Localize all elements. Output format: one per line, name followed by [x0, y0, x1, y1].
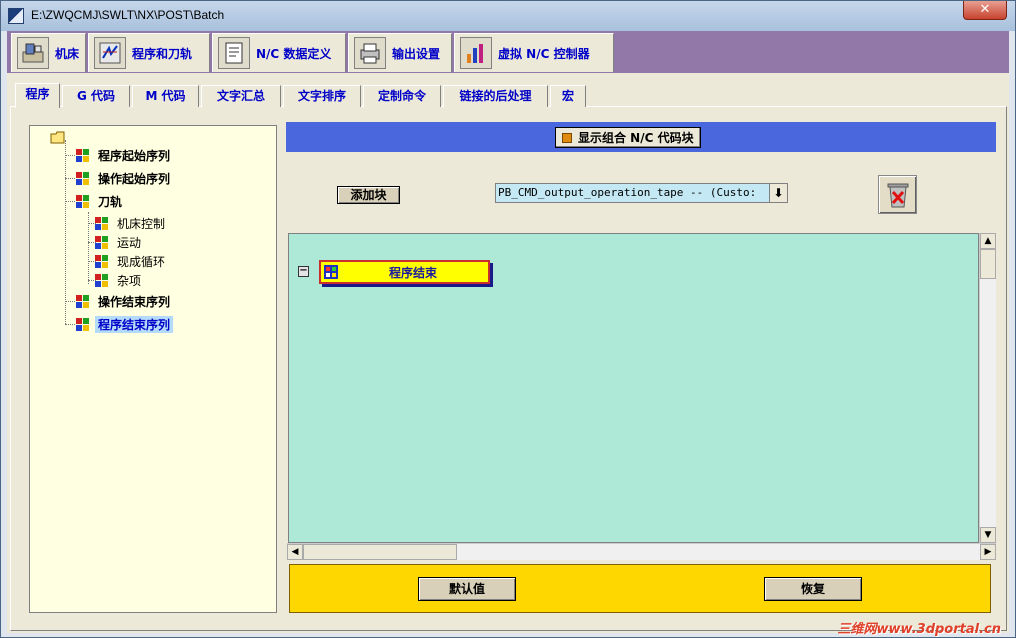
machine-icon [17, 37, 49, 69]
subtab-word-summary[interactable]: 文字汇总 [201, 85, 281, 107]
scroll-down-icon[interactable]: ▼ [980, 527, 996, 543]
horizontal-scrollbar[interactable]: ◀ ▶ [287, 543, 996, 560]
restore-button[interactable]: 恢复 [764, 577, 862, 601]
tree-item-label: 操作起始序列 [98, 171, 171, 186]
tree-item-operation-end[interactable]: 操作结束序列 [75, 292, 173, 310]
add-block-button[interactable]: 添加块 [337, 186, 400, 204]
tab-program-path[interactable]: 程序和刀轨 [88, 33, 210, 72]
program-end-block[interactable]: 程序结束 [319, 260, 490, 284]
tree-item-label: 刀轨 [98, 194, 123, 209]
subtab-custom-command[interactable]: 定制命令 [363, 85, 441, 107]
tab-nc-data-label: N/C 数据定义 [256, 46, 332, 61]
tree-item-label: 杂项 [117, 273, 142, 288]
tree-item-canned-cycles[interactable]: 现成循环 [94, 252, 168, 270]
tab-virtual-controller-label: 虚拟 N/C 控制器 [498, 46, 590, 61]
subtab-linked-posts[interactable]: 链接的后处理 [443, 85, 548, 107]
delete-block-button[interactable] [878, 175, 917, 214]
subtab-macro[interactable]: 宏 [550, 85, 586, 107]
checkbox-label: 显示组合 N/C 代码块 [578, 131, 694, 145]
vertical-scrollbar[interactable]: ▲ ▼ [979, 233, 996, 543]
program-path-icon [94, 37, 126, 69]
tree-item-label: 机床控制 [117, 216, 166, 231]
tree-item-label: 操作结束序列 [98, 294, 171, 309]
sequence-node-icon [76, 294, 89, 308]
subtab-g-code[interactable]: G 代码 [62, 85, 130, 107]
sequence-node-icon [95, 254, 108, 268]
trash-icon [887, 183, 908, 207]
sequence-node-icon [76, 317, 89, 331]
block-combo[interactable]: PB_CMD_output_operation_tape -- (Custo: … [495, 183, 788, 203]
tab-output-settings[interactable]: 输出设置 [348, 33, 452, 72]
title-bar: E:\ZWQCMJ\SWLT\NX\POST\Batch ✕ [1, 1, 1015, 31]
scroll-thumb[interactable] [303, 544, 457, 560]
show-combined-nc-checkbox[interactable]: 显示组合 N/C 代码块 [555, 127, 701, 148]
scroll-thumb[interactable] [980, 249, 996, 279]
checkbox-indicator [562, 132, 572, 143]
sequence-node-icon [95, 273, 108, 287]
dropdown-arrow-icon[interactable]: ⬇ [769, 184, 787, 202]
sequence-node-icon [76, 194, 89, 208]
sequence-node-icon [76, 148, 89, 162]
app-icon [8, 8, 24, 24]
tree-item-label: 程序起始序列 [98, 148, 171, 163]
subtab-word-sequencing[interactable]: 文字排序 [283, 85, 361, 107]
tab-machine-label: 机床 [55, 46, 80, 61]
subtab-m-code[interactable]: M 代码 [132, 85, 199, 107]
virtual-controller-icon [460, 37, 492, 69]
tab-nc-data[interactable]: N/C 数据定义 [212, 33, 346, 72]
window-title: E:\ZWQCMJ\SWLT\NX\POST\Batch [31, 8, 225, 22]
tab-output-settings-label: 输出设置 [392, 46, 441, 61]
combo-value: PB_CMD_output_operation_tape -- (Custo: [496, 184, 769, 202]
nc-data-icon [218, 37, 250, 69]
tree-item-label: 程序结束序列 [95, 315, 174, 333]
subtab-program[interactable]: 程序 [15, 83, 60, 108]
scroll-left-icon[interactable]: ◀ [287, 544, 303, 560]
tree-item-motion[interactable]: 运动 [94, 233, 144, 251]
top-tab-bar: 机床 程序和刀轨 N/C 数据定义 输出设置 虚拟 N/C 控制器 [7, 31, 1009, 73]
sequence-node-icon [95, 216, 108, 230]
tree-item-operation-start[interactable]: 操作起始序列 [75, 169, 173, 187]
sequence-node-icon [76, 171, 89, 185]
tree-item-label: 运动 [117, 235, 142, 250]
tab-virtual-controller[interactable]: 虚拟 N/C 控制器 [454, 33, 614, 72]
default-button[interactable]: 默认值 [418, 577, 516, 601]
sequence-node-icon [95, 235, 108, 249]
tab-machine[interactable]: 机床 [11, 33, 86, 72]
tree-item-toolpath[interactable]: 刀轨 [75, 192, 125, 210]
tab-program-path-label: 程序和刀轨 [132, 46, 193, 61]
printer-icon [354, 37, 386, 69]
scroll-up-icon[interactable]: ▲ [980, 233, 996, 249]
tree-item-machine-control[interactable]: 机床控制 [94, 214, 168, 232]
tree-root[interactable] [50, 128, 70, 146]
collapse-toggle[interactable]: − [298, 266, 309, 277]
tree-item-program-start[interactable]: 程序起始序列 [75, 146, 173, 164]
tree-item-misc[interactable]: 杂项 [94, 271, 144, 289]
splitter[interactable] [277, 125, 284, 613]
tree-item-label: 现成循环 [117, 254, 166, 269]
watermark: 三维网www.3dportal.cn [837, 622, 1001, 637]
folder-icon [50, 131, 65, 143]
scroll-right-icon[interactable]: ▶ [980, 544, 996, 560]
block-label: 程序结束 [388, 265, 437, 280]
tree-item-program-end[interactable]: 程序结束序列 [75, 315, 174, 333]
application-window: E:\ZWQCMJ\SWLT\NX\POST\Batch ✕ 机床 程序和刀轨 [0, 0, 1016, 638]
close-button[interactable]: ✕ [963, 1, 1007, 20]
action-bar [289, 564, 991, 613]
sequence-tree: 程序起始序列 操作起始序列 刀轨 机床控制 运动 现成循环 杂项 操作结束序列 [29, 125, 277, 613]
block-icon [324, 265, 338, 279]
